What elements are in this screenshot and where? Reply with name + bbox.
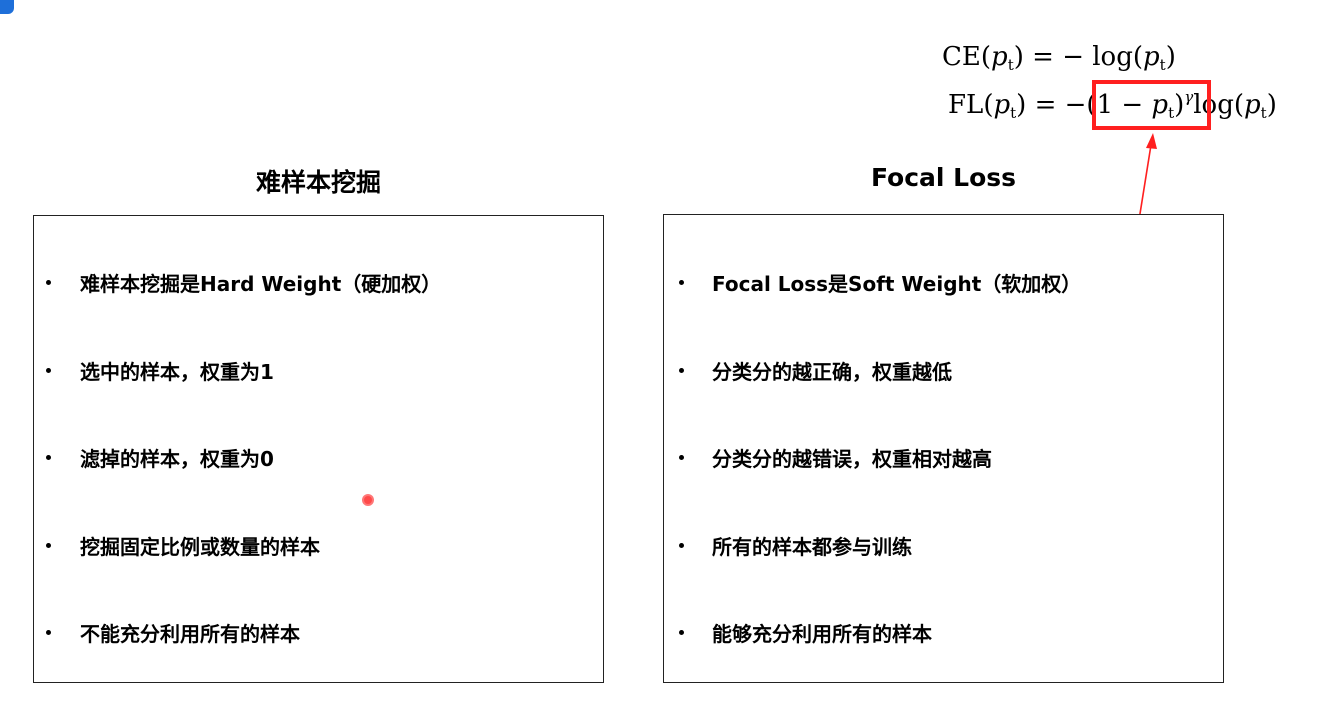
modulating-factor-highlight — [1092, 80, 1211, 130]
bullet-icon — [46, 368, 51, 373]
bullet-icon — [679, 543, 684, 548]
left-item-5-text: 不能充分利用所有的样本 — [80, 622, 300, 646]
bullet-icon — [679, 368, 684, 373]
bullet-icon — [679, 280, 684, 285]
laser-pointer-icon — [362, 494, 374, 506]
arrow-head — [1146, 133, 1157, 149]
left-item-3-text: 滤掉的样本，权重为0 — [80, 447, 274, 471]
left-panel-title: 难样本挖掘 — [255, 168, 381, 197]
bullet-icon — [46, 630, 51, 635]
right-panel-title: Focal Loss — [870, 163, 1017, 192]
bullet-icon — [679, 630, 684, 635]
bullet-icon — [46, 280, 51, 285]
corner-badge — [0, 0, 14, 14]
ce-equals: = − log( — [1023, 42, 1143, 72]
fl-equals: = − — [1026, 90, 1087, 120]
left-panel: 难样本挖掘是Hard Weight（硬加权） 选中的样本，权重为1 滤掉的样本，… — [33, 215, 604, 683]
right-item-2-text: 分类分的越正确，权重越低 — [712, 360, 952, 384]
left-item-2-text: 选中的样本，权重为1 — [80, 360, 274, 384]
ce-arg-sub: t — [1007, 56, 1014, 74]
ce-close: ) — [1165, 42, 1176, 72]
fl-close: ) — [1266, 90, 1277, 120]
right-item-5-text: 能够充分利用所有的样本 — [712, 622, 932, 646]
ce-arg-var-2: p — [1143, 42, 1160, 72]
fl-name: FL — [948, 90, 984, 120]
ce-arg-var: p — [991, 42, 1008, 72]
bullet-icon — [46, 455, 51, 460]
formula-cross-entropy: CE(pt) = − log(pt) — [942, 42, 1176, 74]
right-item-3-text: 分类分的越错误，权重相对越高 — [712, 447, 992, 471]
left-item-1-text: 难样本挖掘是Hard Weight（硬加权） — [80, 272, 442, 296]
bullet-icon — [679, 455, 684, 460]
fl-log-var: p — [1244, 90, 1261, 120]
bullet-icon — [46, 543, 51, 548]
ce-name: CE — [942, 42, 981, 72]
right-item-1-text: Focal Loss是Soft Weight（软加权） — [712, 272, 1082, 296]
right-panel: Focal Loss是Soft Weight（软加权） 分类分的越正确，权重越低… — [663, 214, 1224, 683]
right-item-4-text: 所有的样本都参与训练 — [712, 535, 912, 559]
fl-arg-var: p — [993, 90, 1011, 120]
left-item-4-text: 挖掘固定比例或数量的样本 — [80, 535, 320, 559]
fl-arg-sub: t — [1010, 104, 1017, 122]
